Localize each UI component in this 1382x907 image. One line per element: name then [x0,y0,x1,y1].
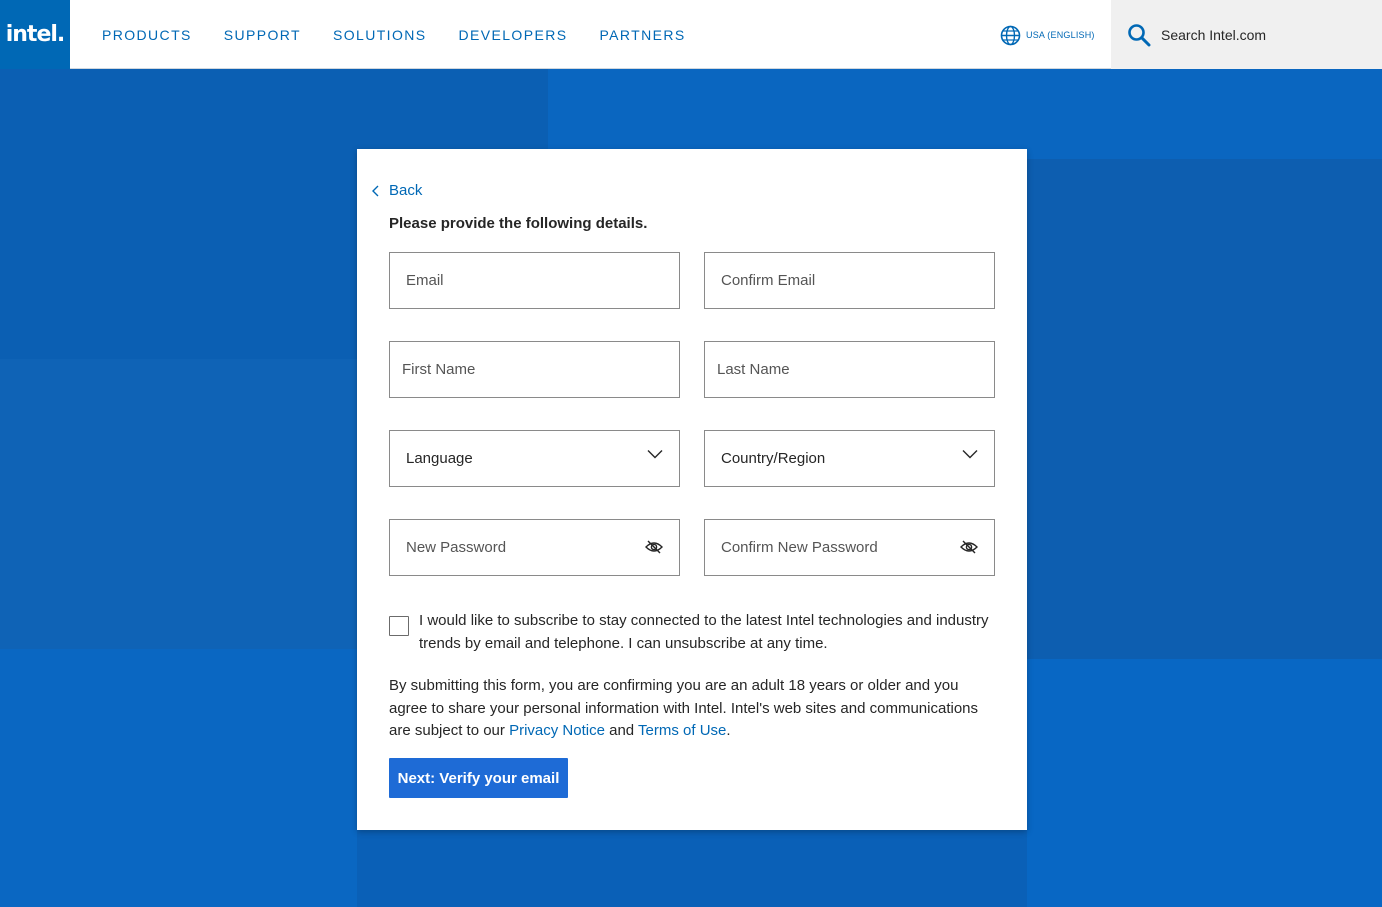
search-bar[interactable] [1111,0,1382,69]
last-name-input[interactable] [705,342,994,397]
confirm-password-input[interactable] [705,520,994,575]
background-tile [548,69,1382,159]
eye-off-icon[interactable] [645,540,663,554]
nav-support[interactable]: SUPPORT [224,27,301,43]
privacy-notice-link[interactable]: Privacy Notice [509,722,605,739]
language-label: Language [406,450,473,467]
subscribe-checkbox[interactable] [389,616,409,636]
nav-solutions[interactable]: SOLUTIONS [333,27,427,43]
first-name-input[interactable] [390,342,679,397]
top-header: intel. PRODUCTS SUPPORT SOLUTIONS DEVELO… [0,0,1382,69]
confirm-email-field[interactable] [704,252,995,309]
country-select[interactable]: Country/Region [704,430,995,487]
locale-label: USA (ENGLISH) [1026,30,1095,40]
country-label: Country/Region [721,450,826,467]
back-label: Back [389,182,423,199]
nav-developers[interactable]: DEVELOPERS [459,27,568,43]
background-tile [0,649,357,907]
background-tile [0,359,357,649]
background-tile [357,830,1027,907]
intel-logo[interactable]: intel. [0,0,70,69]
background-tile [1027,659,1382,907]
language-select[interactable]: Language [389,430,680,487]
nav-products[interactable]: PRODUCTS [102,27,192,43]
search-input[interactable] [1161,26,1361,43]
confirm-email-input[interactable] [705,253,994,308]
confirm-password-field[interactable] [704,519,995,576]
last-name-field[interactable] [704,341,995,398]
eye-off-icon[interactable] [960,540,978,554]
email-input[interactable] [390,253,679,308]
chevron-down-icon [962,450,978,459]
chevron-down-icon [647,450,663,459]
chevron-left-icon [372,185,379,196]
new-password-input[interactable] [390,520,679,575]
main-nav: PRODUCTS SUPPORT SOLUTIONS DEVELOPERS PA… [102,0,718,69]
logo-text: intel. [5,22,66,47]
email-field[interactable] [389,252,680,309]
new-password-field[interactable] [389,519,680,576]
nav-partners[interactable]: PARTNERS [599,27,685,43]
registration-card: Back Please provide the following detail… [357,149,1027,830]
terms-of-use-link[interactable]: Terms of Use [638,722,726,739]
legal-and: and [604,722,639,739]
search-icon[interactable] [1127,23,1151,47]
legal-text: By submitting this form, you are confirm… [389,675,989,743]
locale-selector[interactable]: USA (ENGLISH) [1000,24,1095,46]
legal-suffix: . [726,722,731,739]
globe-icon [1000,25,1021,45]
form-intro: Please provide the following details. [389,215,648,232]
first-name-field[interactable] [389,341,680,398]
back-link[interactable]: Back [371,182,422,199]
next-verify-email-button[interactable]: Next: Verify your email [389,758,568,798]
subscribe-label: I would like to subscribe to stay connec… [419,612,989,652]
background-tile [1027,159,1382,659]
